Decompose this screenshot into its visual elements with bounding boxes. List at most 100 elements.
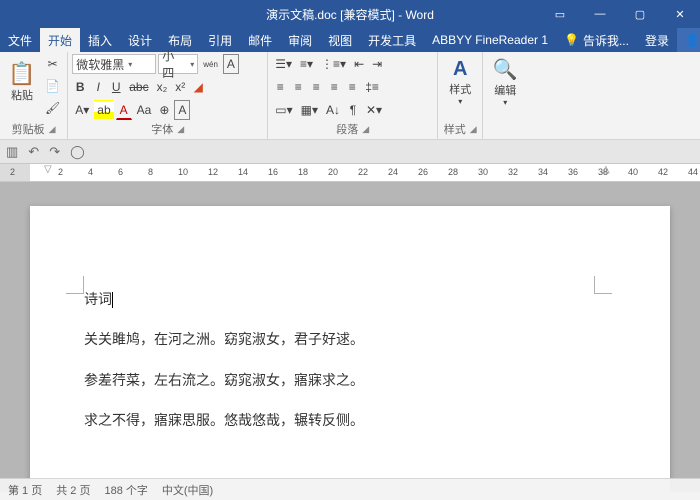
right-indent-marker[interactable]: △	[602, 164, 610, 175]
group-clipboard-label: 剪贴板	[12, 121, 45, 137]
group-editing: 🔍 编辑 ▾	[483, 52, 527, 139]
justify-button[interactable]: ≡	[326, 77, 342, 97]
char-border-button[interactable]: A	[174, 100, 190, 120]
ruler-tick: 6	[118, 167, 123, 177]
sort-button[interactable]: A↓	[323, 100, 343, 120]
title-bar: 演示文稿.doc [兼容模式] - Word ▭ — ▢ ✕	[0, 0, 700, 28]
numbering-button[interactable]: ≡▾	[297, 54, 316, 74]
italic-button[interactable]: I	[90, 77, 106, 97]
tab-design[interactable]: 设计	[120, 28, 160, 52]
tab-developer[interactable]: 开发工具	[360, 28, 424, 52]
horizontal-ruler[interactable]: ▽ 2 2 4 6 8 10 12 14 16 18 20 22 24 26 2…	[0, 164, 700, 182]
decrease-indent-button[interactable]: ⇤	[351, 54, 367, 74]
paragraph-dialog-launcher[interactable]: ◢	[362, 124, 369, 135]
group-font-label: 字体	[151, 121, 173, 137]
font-size-combo[interactable]: 小四▾	[158, 54, 198, 74]
increase-indent-button[interactable]: ⇥	[369, 54, 385, 74]
distributed-button[interactable]: ≡	[344, 77, 360, 97]
status-words[interactable]: 188 个字	[104, 482, 147, 498]
styles-icon: A	[453, 58, 467, 81]
text-effects-button[interactable]: A▾	[72, 100, 92, 120]
paste-icon: 📋	[8, 61, 35, 87]
copy-button[interactable]: 📄	[42, 76, 63, 96]
shading-button[interactable]: ▭▾	[272, 100, 295, 120]
font-color-button[interactable]: A	[116, 100, 132, 120]
clear-formatting-button[interactable]: ◢	[190, 77, 206, 97]
minimize-button[interactable]: —	[580, 0, 620, 28]
phonetic-guide-button[interactable]: wén	[200, 54, 221, 74]
undo-button[interactable]: ↶	[28, 144, 39, 160]
character-shading-button[interactable]: Aa	[134, 100, 155, 120]
ruler-tick: 10	[178, 167, 188, 177]
maximize-button[interactable]: ▢	[620, 0, 660, 28]
ruler-tick: 14	[238, 167, 248, 177]
repeat-button[interactable]: ◯	[70, 144, 85, 160]
tab-review[interactable]: 审阅	[280, 28, 320, 52]
align-center-button[interactable]: ≡	[290, 77, 306, 97]
doc-paragraph: 参差荇菜，左右流之。窈窕淑女，寤寐求之。	[84, 371, 594, 393]
subscript-button[interactable]: x₂	[154, 77, 171, 97]
clipboard-dialog-launcher[interactable]: ◢	[49, 124, 56, 135]
tab-abbyy[interactable]: ABBYY FineReader 1	[424, 28, 556, 52]
close-button[interactable]: ✕	[660, 0, 700, 28]
redo-button[interactable]: ↷	[49, 144, 60, 160]
align-left-button[interactable]: ≡	[272, 77, 288, 97]
styles-dialog-launcher[interactable]: ◢	[470, 124, 477, 135]
cut-button[interactable]: ✂	[42, 54, 63, 74]
indent-marker[interactable]: ▽	[44, 164, 52, 175]
page[interactable]: 诗词 关关雎鸠，在河之洲。窈窕淑女，君子好逑。 参差荇菜，左右流之。窈窕淑女，寤…	[30, 206, 670, 492]
styles-label: 样式	[449, 81, 471, 97]
tab-home[interactable]: 开始	[40, 28, 80, 52]
document-body[interactable]: 诗词 关关雎鸠，在河之洲。窈窕淑女，君子好逑。 参差荇菜，左右流之。窈窕淑女，寤…	[84, 290, 594, 434]
ruler-tick: 28	[448, 167, 458, 177]
status-language[interactable]: 中文(中国)	[162, 482, 213, 498]
align-right-button[interactable]: ≡	[308, 77, 324, 97]
margin-corner-tl	[66, 276, 84, 294]
share-button[interactable]: 👤 共享	[677, 28, 700, 52]
paste-button[interactable]: 📋 粘贴	[4, 54, 40, 110]
ruler-tick: 24	[388, 167, 398, 177]
tell-me[interactable]: 💡告诉我...	[556, 28, 637, 52]
login-button[interactable]: 登录	[637, 28, 677, 52]
format-painter-button[interactable]: 🖌	[42, 98, 63, 118]
underline-button[interactable]: U	[108, 77, 124, 97]
strikethrough-button[interactable]: abc	[126, 77, 151, 97]
doc-paragraph: 求之不得，寤寐思服。悠哉悠哉，辗转反侧。	[84, 411, 594, 433]
character-border-button[interactable]: A	[223, 54, 239, 74]
tab-references[interactable]: 引用	[200, 28, 240, 52]
multilevel-list-button[interactable]: ⋮≡▾	[318, 54, 349, 74]
text-cursor	[112, 292, 113, 308]
ruler-tick: 2	[58, 167, 63, 177]
ribbon-tabs: 文件 开始 插入 设计 布局 引用 邮件 审阅 视图 开发工具 ABBYY Fi…	[0, 28, 700, 52]
borders-button[interactable]: ▦▾	[298, 100, 321, 120]
line-spacing-button[interactable]: ‡≡	[362, 77, 382, 97]
group-styles: A 样式 ▾ 样式 ◢	[438, 52, 483, 139]
superscript-button[interactable]: x²	[172, 77, 188, 97]
styles-button[interactable]: A 样式 ▾	[442, 54, 478, 110]
ribbon-display-options-icon[interactable]: ▭	[540, 0, 580, 28]
quick-access-bar: ▥ ↶ ↷ ◯	[0, 140, 700, 164]
font-family-combo[interactable]: 微软雅黑▾	[72, 54, 156, 74]
tab-insert[interactable]: 插入	[80, 28, 120, 52]
show-marks-button[interactable]: ¶	[345, 100, 361, 120]
highlight-button[interactable]: ab	[94, 100, 113, 120]
editing-button[interactable]: 🔍 编辑 ▾	[487, 54, 523, 110]
ruler-tick: 20	[328, 167, 338, 177]
nav-pane-icon[interactable]: ▥	[6, 144, 18, 160]
paste-label: 粘贴	[11, 87, 33, 103]
ruler-tick: 22	[358, 167, 368, 177]
tab-view[interactable]: 视图	[320, 28, 360, 52]
bullets-button[interactable]: ☰▾	[272, 54, 295, 74]
tab-file[interactable]: 文件	[0, 28, 40, 52]
status-pages[interactable]: 共 2 页	[56, 482, 90, 498]
enclose-characters-button[interactable]: ⊕	[156, 100, 172, 120]
font-dialog-launcher[interactable]: ◢	[177, 124, 184, 135]
bold-button[interactable]: B	[72, 77, 88, 97]
doc-title: 诗词	[84, 293, 112, 308]
tell-me-label: 告诉我...	[583, 32, 629, 49]
tab-mailings[interactable]: 邮件	[240, 28, 280, 52]
asian-layout-button[interactable]: ✕▾	[363, 100, 385, 120]
document-area[interactable]: 诗词 关关雎鸠，在河之洲。窈窕淑女，君子好逑。 参差荇菜，左右流之。窈窕淑女，寤…	[0, 182, 700, 492]
ruler-tick: 12	[208, 167, 218, 177]
status-page[interactable]: 第 1 页	[8, 482, 42, 498]
